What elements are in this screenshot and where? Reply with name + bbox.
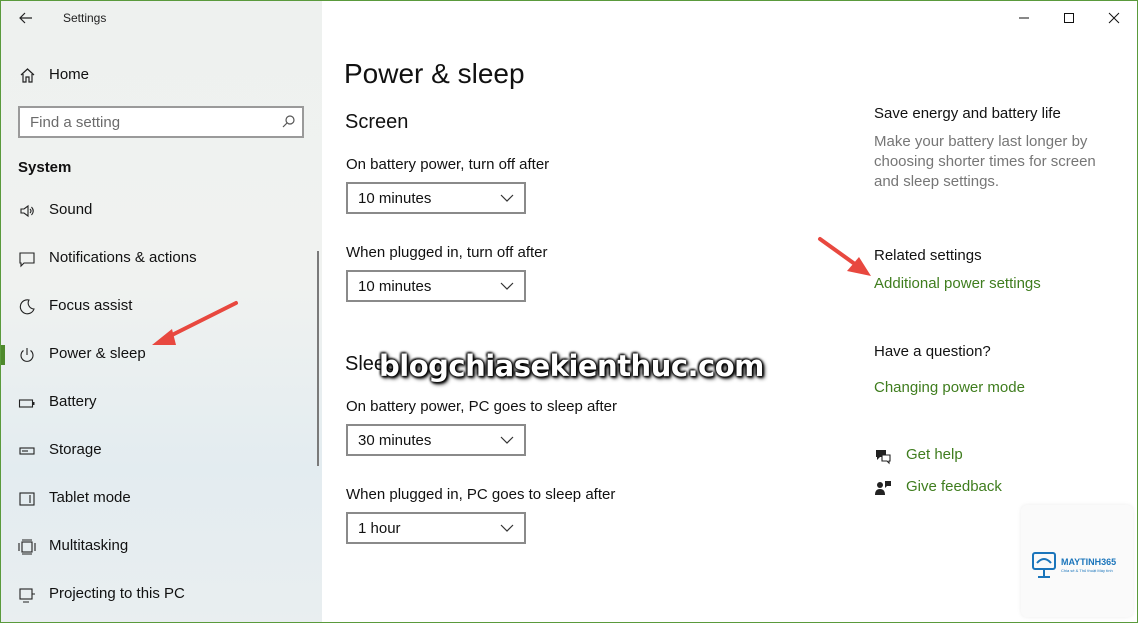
get-help-link[interactable]: Get help <box>874 445 1074 467</box>
sidebar-item-storage[interactable]: Storage <box>1 431 322 471</box>
watermark-text: blogchiasekienthuc.com <box>379 349 764 383</box>
sidebar-item-notifications[interactable]: Notifications & actions <box>1 239 322 279</box>
sidebar-item-tablet-mode[interactable]: Tablet mode <box>1 479 322 519</box>
multitasking-icon <box>18 539 36 555</box>
sidebar-item-label: Tablet mode <box>49 489 131 506</box>
page-title: Power & sleep <box>344 58 525 89</box>
sidebar-item-label: Projecting to this PC <box>49 585 185 602</box>
sidebar-item-label: Power & sleep <box>49 345 146 362</box>
sidebar-item-home[interactable]: Home <box>1 59 322 91</box>
give-feedback-label: Give feedback <box>906 478 1002 495</box>
feedback-icon <box>875 481 891 495</box>
annotation-arrow-sidebar-icon <box>152 301 238 345</box>
projector-icon <box>19 588 35 603</box>
sleep-plugged-dropdown[interactable]: 1 hour <box>346 512 526 544</box>
section-label: System <box>18 159 72 176</box>
sidebar-item-sound[interactable]: Sound <box>1 191 322 231</box>
sidebar-item-label: Battery <box>49 393 97 410</box>
monitor-logo-icon <box>1032 552 1056 578</box>
sidebar-item-label: Notifications & actions <box>49 249 197 266</box>
get-help-label: Get help <box>906 446 963 463</box>
screen-battery-dropdown[interactable]: 10 minutes <box>346 182 526 214</box>
question-heading: Have a question? <box>874 343 991 360</box>
maximize-button[interactable] <box>1052 7 1086 29</box>
dropdown-value: 1 hour <box>358 520 401 537</box>
selected-indicator <box>1 345 5 365</box>
dropdown-value: 10 minutes <box>358 278 432 295</box>
back-arrow-icon <box>19 12 32 24</box>
minimize-icon <box>1019 17 1029 19</box>
storage-icon <box>19 447 35 455</box>
sidebar-item-label: Focus assist <box>49 297 133 314</box>
sidebar-item-label: Storage <box>49 441 102 458</box>
sidebar-scrollbar[interactable] <box>317 251 319 466</box>
maytinh365-logo: MAYTINH365 Chia sẻ & Thủ thuật Máy tính <box>1021 505 1133 617</box>
speaker-icon <box>20 204 34 218</box>
sidebar-item-label: Home <box>49 66 90 83</box>
chevron-down-icon <box>500 282 514 290</box>
dropdown-value: 30 minutes <box>358 432 432 449</box>
close-button[interactable] <box>1097 7 1131 29</box>
tablet-icon <box>19 492 35 506</box>
sleep-battery-label: On battery power, PC goes to sleep after <box>346 398 617 415</box>
related-settings-heading: Related settings <box>874 247 982 264</box>
close-icon <box>1108 12 1120 24</box>
sidebar-item-projecting[interactable]: Projecting to this PC <box>1 575 322 615</box>
sidebar-item-label: Sound <box>49 201 93 218</box>
power-icon <box>20 348 34 362</box>
save-energy-text: Make your battery last longer by choosin… <box>874 133 1096 190</box>
help-chat-icon <box>876 450 891 465</box>
home-icon <box>20 68 35 83</box>
additional-power-settings-link[interactable]: Additional power settings <box>874 275 1041 292</box>
logo-subtext: Chia sẻ & Thủ thuật Máy tính <box>1061 568 1113 573</box>
dropdown-value: 10 minutes <box>358 190 432 207</box>
minimize-button[interactable] <box>1007 7 1041 29</box>
search-icon <box>282 115 295 128</box>
sleep-battery-dropdown[interactable]: 30 minutes <box>346 424 526 456</box>
moon-icon <box>19 299 35 315</box>
chevron-down-icon <box>500 436 514 444</box>
maximize-icon <box>1064 13 1074 23</box>
screen-plugged-label: When plugged in, turn off after <box>346 244 548 261</box>
window-title: Settings <box>63 11 107 25</box>
sidebar-item-label: Multitasking <box>49 537 129 554</box>
annotation-arrow-related-icon <box>818 237 871 276</box>
notification-icon <box>19 252 35 268</box>
chevron-down-icon <box>500 524 514 532</box>
search-input[interactable] <box>30 113 270 131</box>
screen-plugged-dropdown[interactable]: 10 minutes <box>346 270 526 302</box>
battery-icon <box>18 399 35 408</box>
settings-window: Settings Home System Sound Notifications… <box>0 0 1138 623</box>
back-button[interactable] <box>15 7 37 29</box>
screen-heading: Screen <box>345 111 409 133</box>
search-box[interactable] <box>18 106 304 138</box>
changing-power-mode-link[interactable]: Changing power mode <box>874 379 1025 396</box>
logo-text: MAYTINH365 <box>1061 557 1117 567</box>
sleep-plugged-label: When plugged in, PC goes to sleep after <box>346 486 616 503</box>
sidebar-item-multitasking[interactable]: Multitasking <box>1 527 322 567</box>
give-feedback-link[interactable]: Give feedback <box>874 477 1074 499</box>
screen-battery-label: On battery power, turn off after <box>346 156 550 173</box>
sidebar-item-battery[interactable]: Battery <box>1 383 322 423</box>
save-energy-heading: Save energy and battery life <box>874 105 1061 122</box>
chevron-down-icon <box>500 194 514 202</box>
